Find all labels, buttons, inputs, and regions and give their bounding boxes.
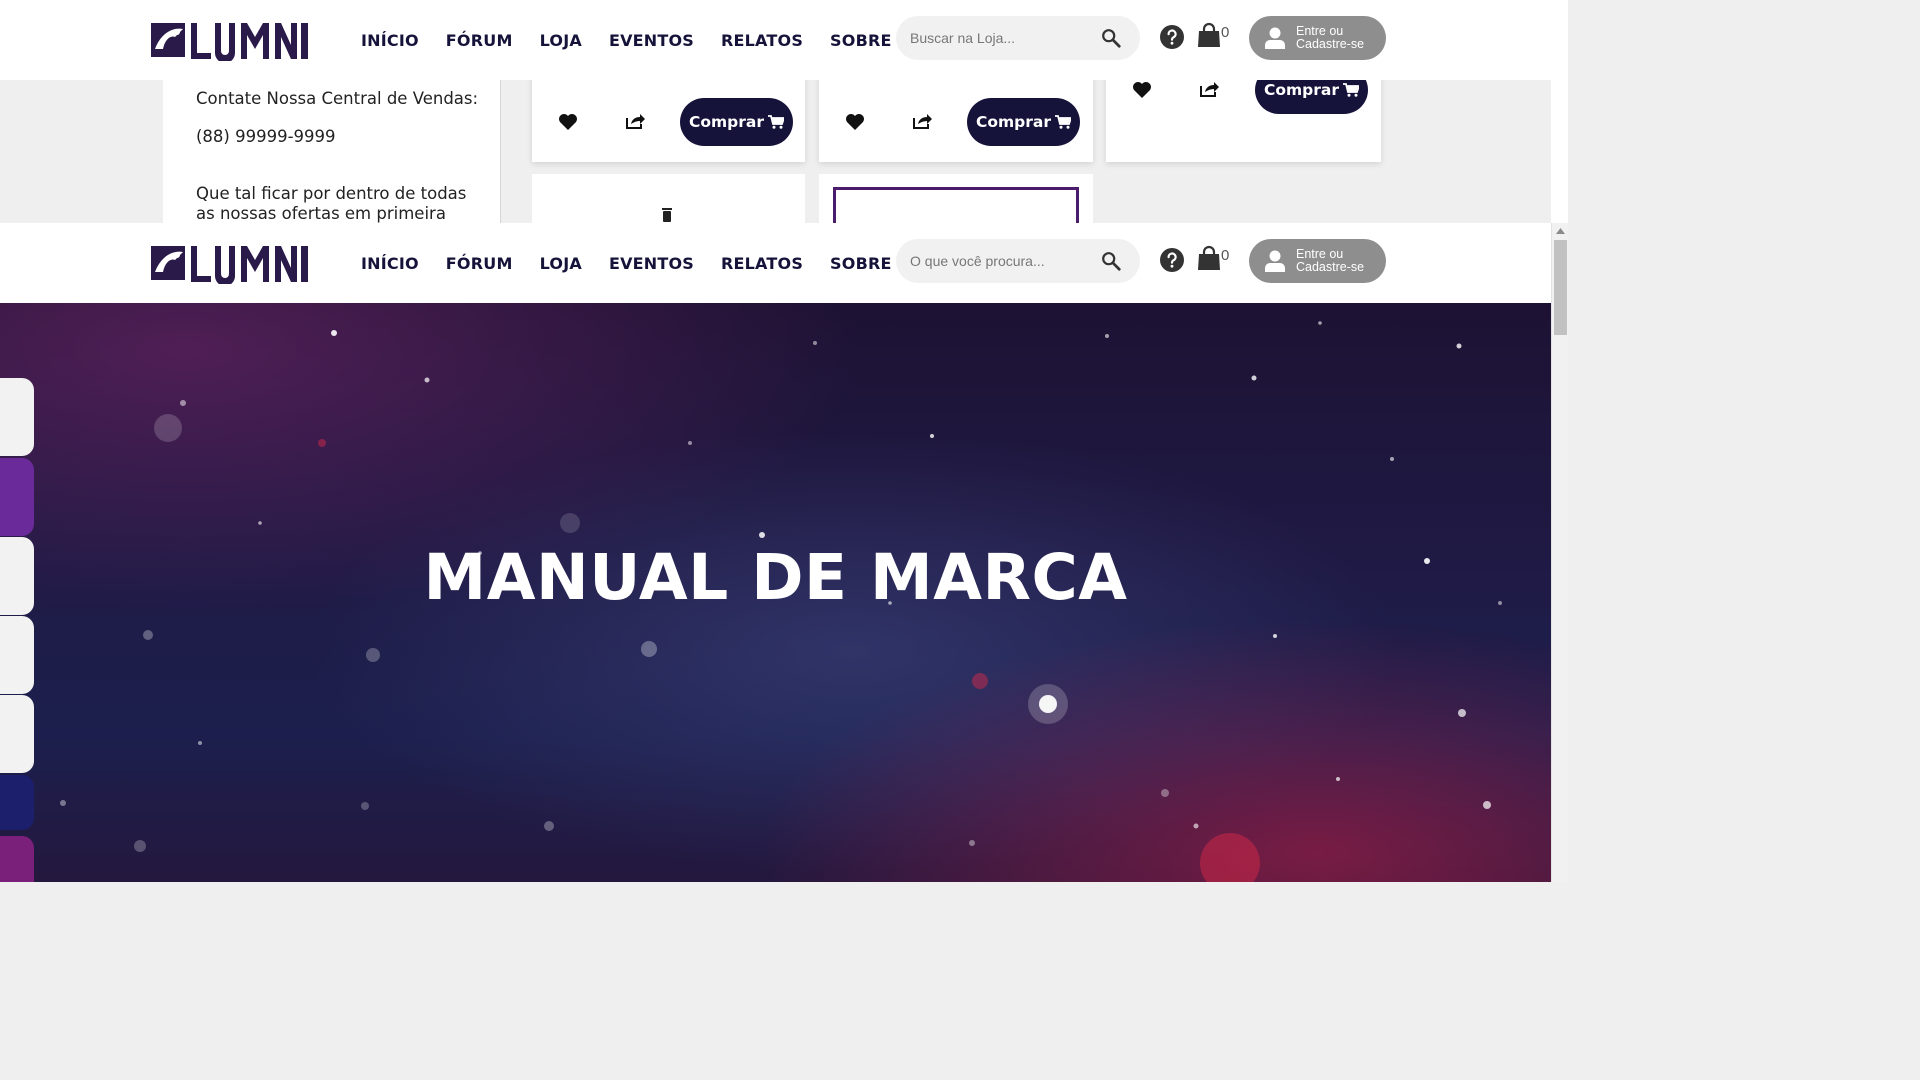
share-icon[interactable] bbox=[912, 112, 932, 130]
vertical-scrollbar[interactable] bbox=[1551, 223, 1568, 882]
window-gutter bbox=[1551, 0, 1568, 223]
hero-banner: MANUAL DE MARCA bbox=[0, 303, 1551, 882]
nav-item-forum[interactable]: FÓRUM bbox=[446, 254, 513, 273]
product-card bbox=[532, 174, 805, 223]
heart-icon[interactable] bbox=[1132, 81, 1152, 99]
buy-label: Comprar bbox=[1263, 81, 1340, 99]
buy-button[interactable]: Comprar bbox=[680, 98, 793, 146]
shopping-bag-icon bbox=[1198, 22, 1220, 47]
nav-item-loja[interactable]: LOJA bbox=[540, 31, 582, 50]
search-input[interactable] bbox=[910, 253, 1100, 269]
cart-icon bbox=[768, 115, 785, 129]
nav-item-eventos[interactable]: EVENTOS bbox=[609, 254, 694, 273]
search-input[interactable] bbox=[910, 30, 1100, 46]
contact-title: Contate Nossa Central de Vendas: bbox=[196, 89, 479, 108]
nav-item-forum[interactable]: FÓRUM bbox=[446, 31, 513, 50]
share-icon[interactable] bbox=[625, 112, 645, 130]
buy-label: Comprar bbox=[975, 113, 1052, 131]
nav-item-inicio[interactable]: INÍCIO bbox=[361, 254, 419, 273]
side-tab[interactable] bbox=[0, 775, 34, 830]
shopping-bag-icon bbox=[1198, 245, 1220, 270]
login-button[interactable]: Entre ou Cadastre-se bbox=[1249, 16, 1386, 60]
side-tab[interactable] bbox=[0, 695, 34, 773]
header-main: INÍCIO FÓRUM LOJA EVENTOS RELATOS SOBRE … bbox=[0, 223, 1551, 303]
store-content: Contate Nossa Central de Vendas: (88) 99… bbox=[0, 80, 1551, 223]
cart-icon bbox=[1343, 83, 1360, 97]
cart[interactable]: 0 bbox=[1197, 22, 1233, 52]
side-tab[interactable] bbox=[0, 537, 34, 615]
product-card bbox=[819, 174, 1093, 223]
nav-item-relatos[interactable]: RELATOS bbox=[721, 31, 803, 50]
question-circle-icon[interactable] bbox=[1160, 25, 1184, 49]
share-icon[interactable] bbox=[1199, 80, 1219, 98]
product-card: Comprar bbox=[819, 80, 1093, 162]
search-icon[interactable] bbox=[1100, 250, 1122, 272]
heart-icon[interactable] bbox=[845, 113, 865, 131]
search-icon[interactable] bbox=[1100, 27, 1122, 49]
side-tab[interactable] bbox=[0, 378, 34, 456]
login-button[interactable]: Entre ou Cadastre-se bbox=[1249, 239, 1386, 283]
nav-item-eventos[interactable]: EVENTOS bbox=[609, 31, 694, 50]
product-card-actions: Comprar bbox=[819, 98, 1093, 146]
product-card-actions: Comprar bbox=[1106, 80, 1381, 114]
nav-item-inicio[interactable]: INÍCIO bbox=[361, 31, 419, 50]
lumni-logo[interactable] bbox=[151, 19, 309, 61]
product-image-frame bbox=[833, 187, 1079, 223]
contact-panel: Contate Nossa Central de Vendas: (88) 99… bbox=[163, 80, 501, 223]
product-card: Comprar bbox=[1106, 80, 1381, 162]
main-nav: INÍCIO FÓRUM LOJA EVENTOS RELATOS SOBRE … bbox=[361, 0, 937, 80]
heart-icon[interactable] bbox=[558, 113, 578, 131]
cart[interactable]: 0 bbox=[1197, 245, 1233, 275]
cart-icon bbox=[1055, 115, 1072, 129]
product-card-actions: Comprar bbox=[532, 98, 805, 146]
product-card: Comprar bbox=[532, 80, 805, 162]
newsletter-text: Que tal ficar por dentro de todas as nos… bbox=[196, 184, 467, 223]
header-top: INÍCIO FÓRUM LOJA EVENTOS RELATOS SOBRE … bbox=[0, 0, 1551, 80]
contact-phone: (88) 99999-9999 bbox=[196, 127, 336, 146]
cart-count: 0 bbox=[1221, 24, 1230, 41]
scroll-up-arrow-icon[interactable] bbox=[1556, 228, 1565, 234]
main-nav: INÍCIO FÓRUM LOJA EVENTOS RELATOS SOBRE … bbox=[361, 223, 937, 303]
scrollbar-thumb[interactable] bbox=[1554, 240, 1567, 335]
cart-count: 0 bbox=[1221, 247, 1230, 264]
search-box bbox=[896, 239, 1140, 283]
page: INÍCIO FÓRUM LOJA EVENTOS RELATOS SOBRE … bbox=[0, 0, 1568, 882]
nav-item-loja[interactable]: LOJA bbox=[540, 254, 582, 273]
search-box bbox=[896, 16, 1140, 60]
side-tab[interactable] bbox=[0, 458, 34, 536]
user-icon bbox=[1265, 27, 1285, 49]
side-tab[interactable] bbox=[0, 836, 34, 882]
hero-title: MANUAL DE MARCA bbox=[423, 541, 1128, 614]
product-thumbnail-icon bbox=[662, 208, 672, 222]
buy-label: Comprar bbox=[688, 113, 765, 131]
side-tab[interactable] bbox=[0, 616, 34, 694]
lumni-logo[interactable] bbox=[151, 242, 309, 284]
buy-button[interactable]: Comprar bbox=[1255, 80, 1368, 114]
question-circle-icon[interactable] bbox=[1160, 248, 1184, 272]
login-label: Entre ou Cadastre-se bbox=[1296, 24, 1365, 51]
user-icon bbox=[1265, 250, 1285, 272]
buy-button[interactable]: Comprar bbox=[967, 98, 1080, 146]
nav-item-relatos[interactable]: RELATOS bbox=[721, 254, 803, 273]
login-label: Entre ou Cadastre-se bbox=[1296, 247, 1365, 274]
